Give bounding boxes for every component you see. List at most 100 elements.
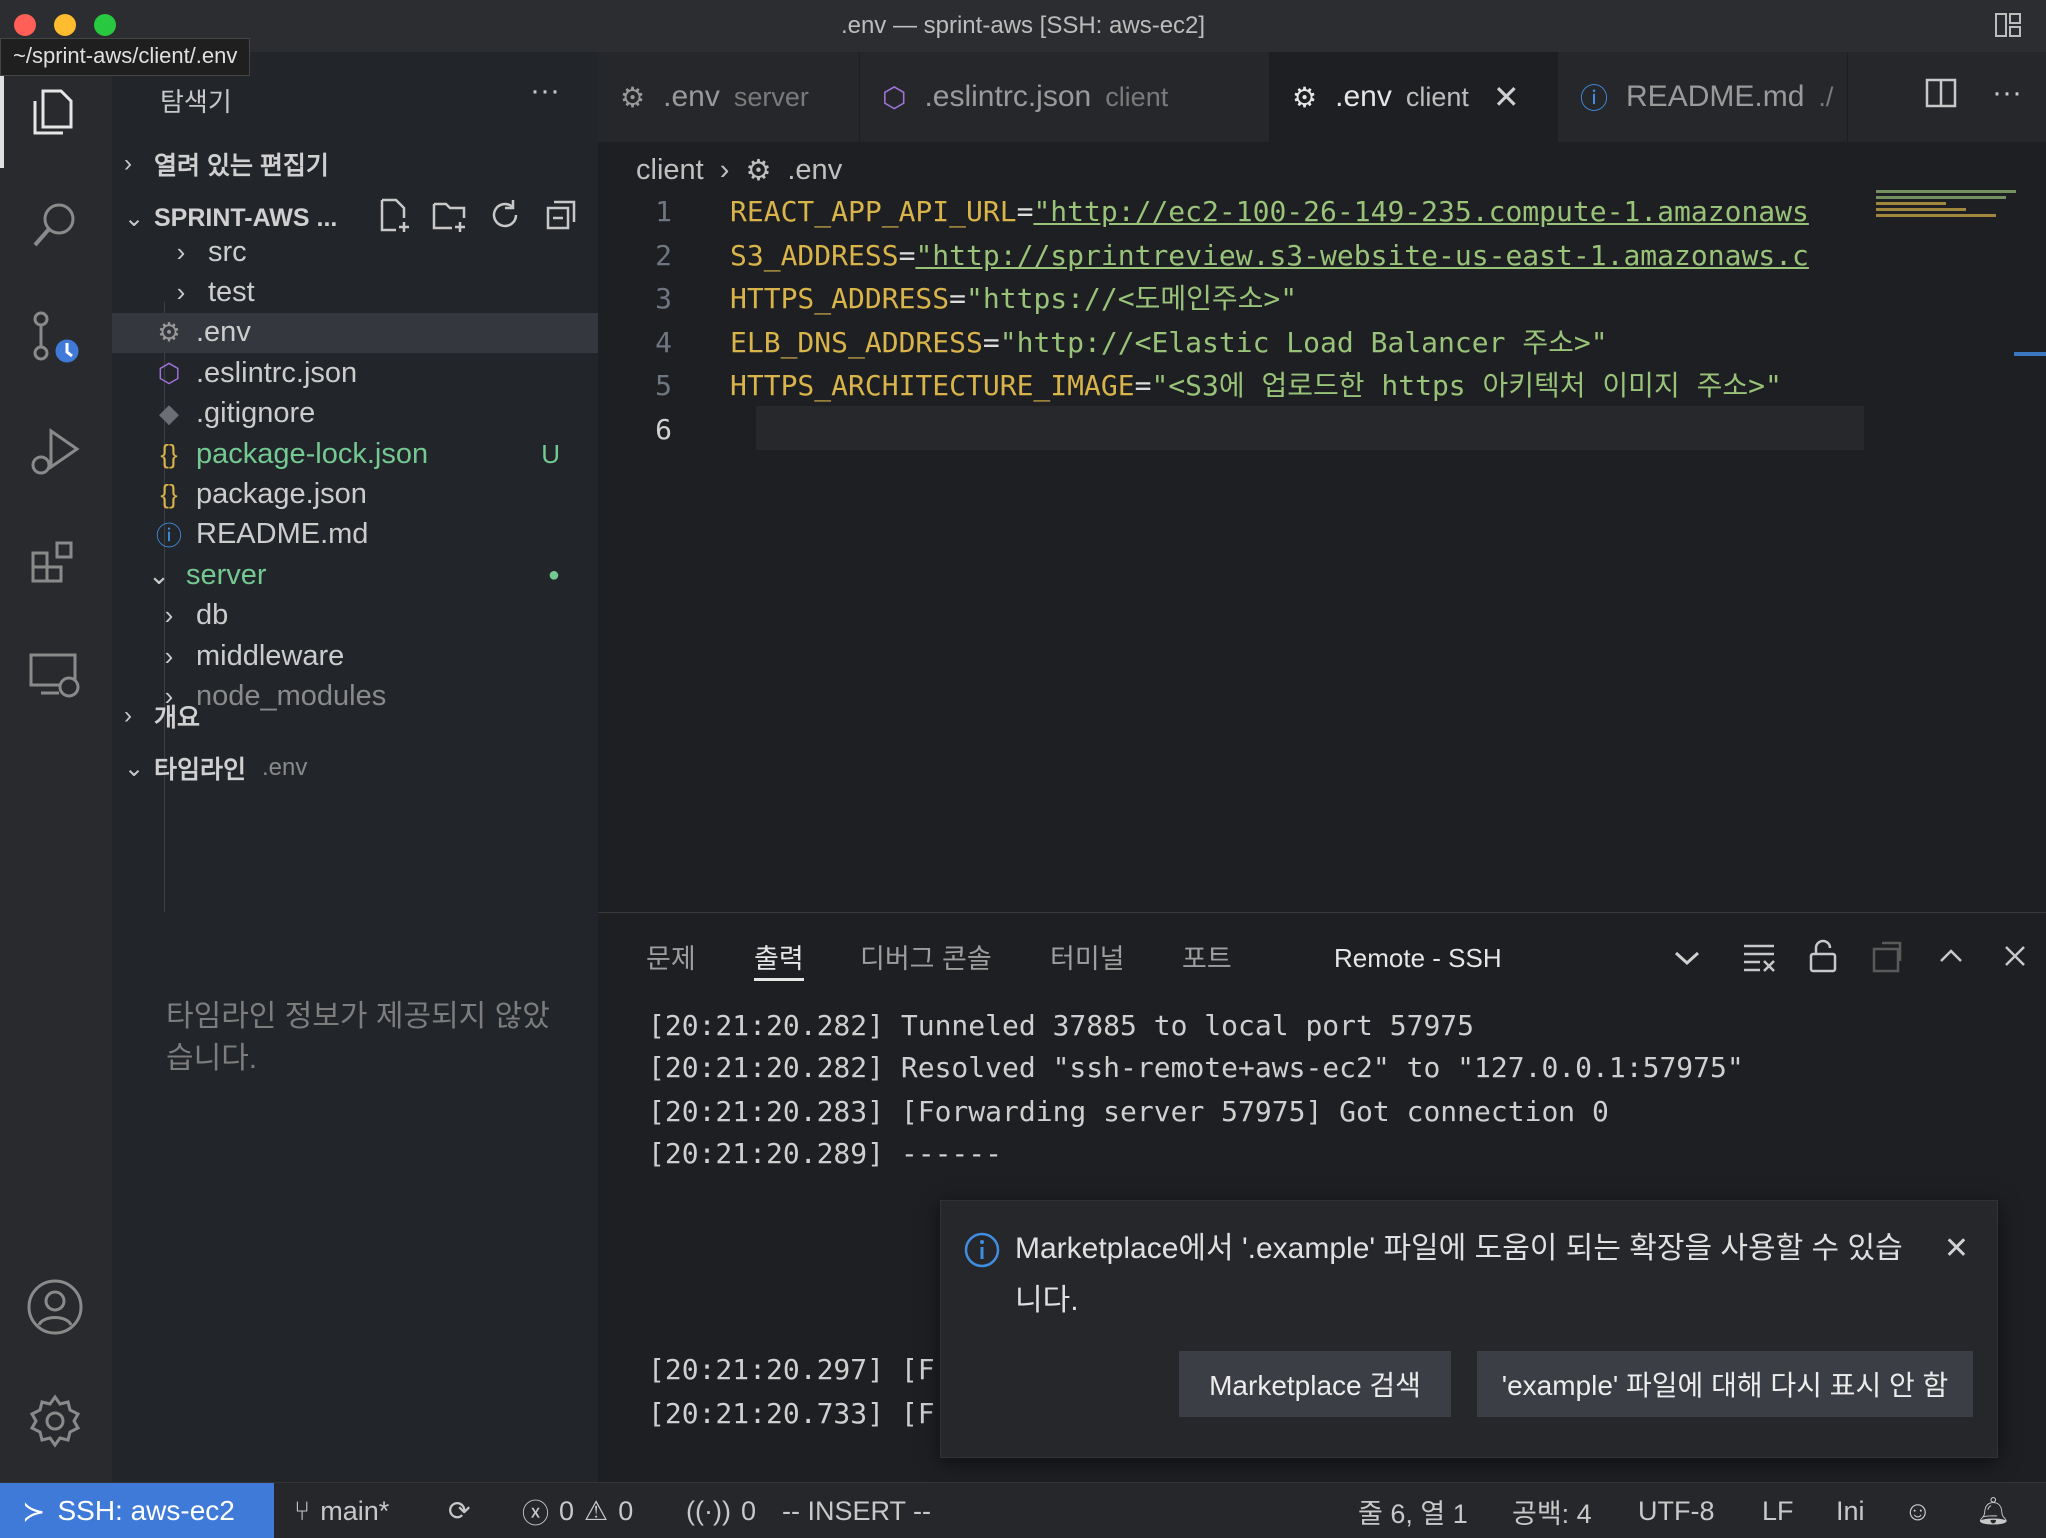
- chevron-down-icon: [1674, 951, 1700, 966]
- minimap[interactable]: [1876, 188, 2026, 248]
- remote-icon: ≻: [22, 1495, 46, 1527]
- source-control-icon[interactable]: [22, 304, 88, 370]
- open-in-editor-icon[interactable]: [1868, 937, 1906, 975]
- more-actions-icon[interactable]: ···: [1992, 76, 2022, 110]
- feedback-icon[interactable]: ☺: [1904, 1483, 1932, 1538]
- timeline-section[interactable]: ⌄ 타임라인 .env: [124, 748, 307, 788]
- code-editor[interactable]: client › ⚙ .env 1 REACT_APP_API_URL="http…: [598, 142, 2046, 912]
- log-line: [20:21:20.289] ------: [648, 1137, 1003, 1170]
- new-file-icon[interactable]: [374, 196, 412, 234]
- tab-ports[interactable]: 포트: [1182, 937, 1232, 981]
- code-line[interactable]: 1 REACT_APP_API_URL="http://ec2-100-26-14…: [598, 190, 1898, 233]
- tab-output[interactable]: 출력: [754, 937, 804, 981]
- lock-icon[interactable]: [1804, 937, 1842, 975]
- line-number: 5: [655, 369, 672, 402]
- tab-description: ./: [1818, 81, 1834, 112]
- chevron-down-icon: ⌄: [148, 559, 170, 590]
- code-line[interactable]: 2 S3_ADDRESS="http://sprintreview.s3-webs…: [598, 234, 1898, 277]
- remote-explorer-icon[interactable]: [22, 642, 88, 708]
- tree-item-label: README.md: [196, 518, 369, 551]
- dont-show-again-button[interactable]: 'example' 파일에 대해 다시 표시 안 함: [1477, 1351, 1973, 1417]
- end-of-line[interactable]: LF: [1762, 1483, 1794, 1538]
- tree-item[interactable]: ⬡ .eslintrc.json: [112, 353, 598, 393]
- gear-icon: ⚙: [1292, 81, 1318, 113]
- tab-label: .eslintrc.json: [924, 80, 1092, 113]
- output-channel-select[interactable]: Remote - SSH: [1316, 935, 1720, 981]
- error-icon: ⓧ: [522, 1498, 549, 1529]
- tree-item[interactable]: {} package-lock.json U: [112, 434, 598, 474]
- tree-item[interactable]: › db: [112, 596, 598, 636]
- indentation[interactable]: 공백: 4: [1512, 1483, 1592, 1538]
- cursor-position[interactable]: 줄 6, 열 1: [1358, 1483, 1468, 1538]
- gear-icon: ⚙: [157, 317, 181, 348]
- tree-item-label: .gitignore: [196, 397, 316, 430]
- tree-item[interactable]: ⚙ .env: [112, 312, 598, 353]
- notifications-bell-icon[interactable]: 🔔︎: [1976, 1483, 2010, 1538]
- timeline-file: .env: [262, 754, 308, 781]
- tree-item[interactable]: › test: [112, 272, 598, 312]
- outline-section[interactable]: › 개요: [124, 696, 200, 736]
- marketplace-search-button[interactable]: Marketplace 검색: [1179, 1351, 1451, 1417]
- scroll-position-marker: [2014, 352, 2046, 356]
- tab-eslintrc-client[interactable]: ⬡ .eslintrc.json client: [860, 52, 1270, 142]
- git-status-badge: U: [541, 438, 560, 469]
- tree-item[interactable]: ⌄ server ●: [112, 555, 598, 595]
- sync-icon[interactable]: ⟳: [448, 1483, 471, 1538]
- tree-item[interactable]: ⓘ README.md: [112, 515, 598, 555]
- notification-close-icon[interactable]: ✕: [1944, 1231, 1969, 1266]
- chevron-right-icon: ›: [176, 236, 186, 267]
- equals-operator: =: [1016, 195, 1034, 228]
- problems-item[interactable]: ⓧ 0 ⚠ 0: [522, 1483, 633, 1538]
- more-actions-icon[interactable]: ···: [530, 74, 560, 108]
- explorer-icon[interactable]: [22, 78, 88, 144]
- outline-label: 개요: [154, 704, 201, 732]
- vim-mode: -- INSERT --: [782, 1495, 932, 1526]
- tab-close-icon[interactable]: ✕: [1493, 78, 1520, 116]
- chevron-right-icon: ›: [164, 640, 174, 671]
- timeline-empty-message: 타임라인 정보가 제공되지 않았습니다.: [166, 1000, 550, 1075]
- tree-item[interactable]: ◆ .gitignore: [112, 394, 598, 434]
- search-icon[interactable]: [22, 192, 88, 258]
- tab-env-client[interactable]: ⚙ .env client ✕: [1270, 52, 1558, 142]
- new-folder-icon[interactable]: [430, 196, 468, 234]
- refresh-icon[interactable]: [486, 196, 524, 234]
- encoding[interactable]: UTF-8: [1638, 1483, 1715, 1538]
- tree-item-label: test: [208, 275, 255, 308]
- tab-problems[interactable]: 문제: [646, 937, 696, 981]
- collapse-all-icon[interactable]: [542, 196, 580, 234]
- env-value: "<S3에 업로드한 https 아키텍처 이미지 주소>": [1151, 369, 1782, 402]
- tab-debug-console[interactable]: 디버그 콘솔: [860, 937, 992, 981]
- code-line[interactable]: 4 ELB_DNS_ADDRESS="http://<Elastic Load B…: [598, 321, 1898, 364]
- chevron-up-icon[interactable]: [1932, 937, 1970, 975]
- accounts-icon[interactable]: [22, 1274, 88, 1340]
- tab-env-server[interactable]: ⚙ .env server: [598, 52, 860, 142]
- ports-item[interactable]: ((·)) 0: [686, 1483, 756, 1538]
- tab-readme[interactable]: ⓘ README.md ./: [1558, 52, 1848, 142]
- log-line: [20:21:20.297] [F: [648, 1353, 935, 1386]
- tree-item[interactable]: › src: [112, 232, 598, 272]
- code-line[interactable]: 5 HTTPS_ARCHITECTURE_IMAGE="<S3에 업로드한 htt…: [598, 364, 1898, 407]
- env-value[interactable]: "http://ec2-100-26-149-235.compute-1.ama…: [1033, 195, 1808, 228]
- remote-indicator[interactable]: ≻ SSH: aws-ec2: [0, 1483, 274, 1538]
- code-line[interactable]: 3 HTTPS_ADDRESS="https://<도메인주소>": [598, 277, 1898, 320]
- breadcrumb-folder[interactable]: client: [636, 154, 704, 187]
- tab-terminal[interactable]: 터미널: [1050, 937, 1125, 981]
- breadcrumb-file[interactable]: .env: [787, 154, 842, 187]
- manage-gear-icon[interactable]: [22, 1388, 88, 1454]
- tree-item-label: package.json: [196, 477, 367, 510]
- extensions-icon[interactable]: [22, 530, 88, 596]
- tree-item[interactable]: › middleware: [112, 636, 598, 676]
- language-mode[interactable]: Ini: [1836, 1483, 1865, 1538]
- close-panel-icon[interactable]: [1996, 937, 2034, 975]
- code-line[interactable]: 6: [598, 408, 1898, 451]
- env-value[interactable]: "http://sprintreview.s3-website-us-east-…: [915, 239, 1808, 272]
- customize-layout-icon[interactable]: [1994, 12, 2022, 38]
- run-debug-icon[interactable]: [22, 418, 88, 484]
- workspace-label: SPRINT-AWS ...: [154, 203, 338, 232]
- clear-output-icon[interactable]: [1740, 937, 1778, 975]
- branch-item[interactable]: ⑂ main*: [294, 1483, 389, 1538]
- open-editors-section[interactable]: › 열려 있는 편집기: [124, 144, 329, 184]
- split-editor-icon[interactable]: [1924, 76, 1958, 110]
- window-title: .env — sprint-aws [SSH: aws-ec2]: [840, 12, 1206, 39]
- tree-item[interactable]: {} package.json: [112, 474, 598, 514]
